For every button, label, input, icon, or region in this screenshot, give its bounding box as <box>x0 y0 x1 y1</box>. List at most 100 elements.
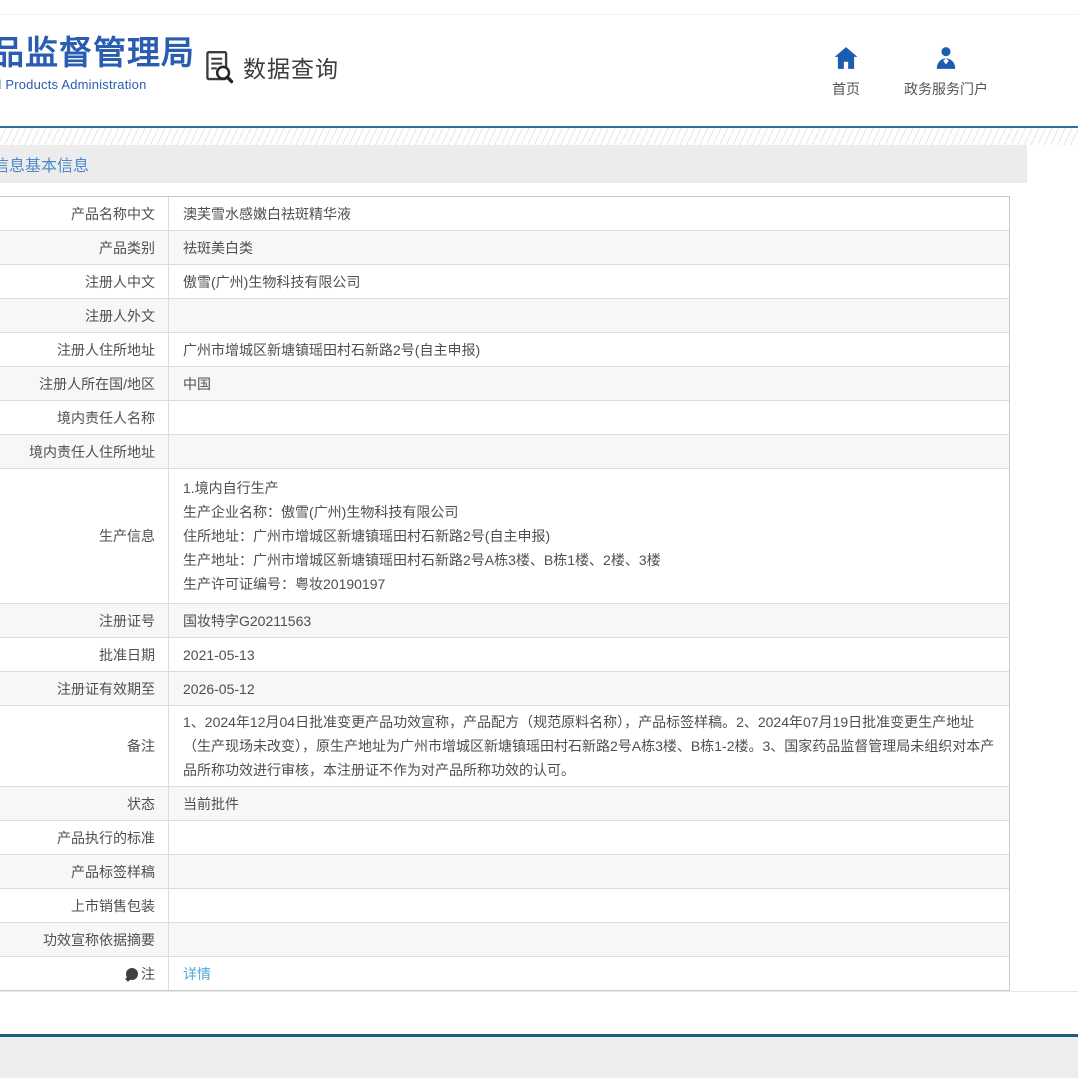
user-icon <box>933 46 959 70</box>
row-value <box>169 855 1009 888</box>
row-value: 2026-05-12 <box>169 672 1009 705</box>
section-title: 信息基本信息 <box>0 152 89 176</box>
table-row: 注册证有效期至 2026-05-12 <box>0 671 1009 705</box>
table-row: 产品名称中文澳芙雪水感嫩白祛斑精华液 <box>0 197 1009 230</box>
row-label-text: 注册人外文 <box>85 306 155 326</box>
top-divider <box>0 14 1078 15</box>
table-row: 注册证号国妆特字G20211563 <box>0 603 1009 637</box>
row-value: 澳芙雪水感嫩白祛斑精华液 <box>169 197 1009 230</box>
row-value <box>169 923 1009 956</box>
row-value: 2021-05-13 <box>169 638 1009 671</box>
table-row: 产品执行的标准 <box>0 820 1009 854</box>
row-label-text: 产品执行的标准 <box>57 828 155 848</box>
row-label: 注册证号 <box>0 604 169 637</box>
table-row: 产品类别祛斑美白类 <box>0 230 1009 264</box>
data-query-icon <box>203 49 236 85</box>
table-row: 注册人中文傲雪(广州)生物科技有限公司 <box>0 264 1009 298</box>
row-label-text: 注册人所在国/地区 <box>39 374 155 394</box>
table-row: 批准日期2021-05-13 <box>0 637 1009 671</box>
row-value: 傲雪(广州)生物科技有限公司 <box>169 265 1009 298</box>
table-row: 状态当前批件 <box>0 786 1009 820</box>
row-value-line: 住所地址：广州市增城区新塘镇瑶田村石新路2号(自主申报) <box>183 524 995 548</box>
site-header: 品监督管理局 al Products Administration 数据查询 首… <box>0 0 1078 126</box>
row-label-text: 产品名称中文 <box>71 204 155 224</box>
row-label-text: 状态 <box>127 794 155 814</box>
row-label-text: 备注 <box>127 736 155 756</box>
row-label-text: 境内责任人名称 <box>57 408 155 428</box>
row-label: 产品标签样稿 <box>0 855 169 888</box>
row-label: 批准日期 <box>0 638 169 671</box>
row-value-line: 1.境内自行生产 <box>183 476 995 500</box>
row-label: 注册人住所地址 <box>0 333 169 366</box>
note-dot-icon <box>126 968 138 980</box>
row-label-text: 功效宣称依据摘要 <box>43 930 155 950</box>
page: 品监督管理局 al Products Administration 数据查询 首… <box>0 0 1078 1078</box>
home-link-label: 首页 <box>832 79 860 99</box>
row-label: 功效宣称依据摘要 <box>0 923 169 956</box>
table-row: 注 详情 <box>0 956 1009 990</box>
table-row: 产品标签样稿 <box>0 854 1009 888</box>
row-value <box>169 435 1009 468</box>
home-link[interactable]: 首页 <box>818 46 874 99</box>
row-value: 祛斑美白类 <box>169 231 1009 264</box>
row-label-text: 境内责任人住所地址 <box>29 442 155 462</box>
row-label: 注册人中文 <box>0 265 169 298</box>
row-value: 广州市增城区新塘镇瑶田村石新路2号(自主申报) <box>169 333 1009 366</box>
row-label: 生产信息 <box>0 469 169 603</box>
row-label-text: 注册人中文 <box>85 272 155 292</box>
table-row: 上市销售包装 <box>0 888 1009 922</box>
row-value-line: 生产许可证编号：粤妆20190197 <box>183 572 995 596</box>
row-value: 详情 <box>169 957 1009 990</box>
row-label-text: 生产信息 <box>99 526 155 546</box>
nav-data-query-label: 数据查询 <box>243 50 339 84</box>
row-value <box>169 821 1009 854</box>
table-row: 注册人外文 <box>0 298 1009 332</box>
row-value: 1.境内自行生产生产企业名称：傲雪(广州)生物科技有限公司住所地址：广州市增城区… <box>169 469 1009 603</box>
portal-link[interactable]: 政务服务门户 <box>891 46 1001 99</box>
row-value: 当前批件 <box>169 787 1009 820</box>
row-value <box>169 299 1009 332</box>
row-label: 产品执行的标准 <box>0 821 169 854</box>
table-row: 注册人所在国/地区中国 <box>0 366 1009 400</box>
footer <box>0 1037 1078 1078</box>
row-label-text: 注册人住所地址 <box>57 340 155 360</box>
section-header: 信息基本信息 <box>0 145 1027 183</box>
table-row: 功效宣称依据摘要 <box>0 922 1009 956</box>
main-content: 信息基本信息 产品名称中文澳芙雪水感嫩白祛斑精华液产品类别祛斑美白类注册人中文傲… <box>0 145 1078 991</box>
row-label: 上市销售包装 <box>0 889 169 922</box>
row-label: 备注 <box>0 706 169 786</box>
table-row: 注册人住所地址广州市增城区新塘镇瑶田村石新路2号(自主申报) <box>0 332 1009 366</box>
row-value <box>169 889 1009 922</box>
row-label: 注 <box>0 957 169 990</box>
row-label: 注册人所在国/地区 <box>0 367 169 400</box>
table-row: 境内责任人住所地址 <box>0 434 1009 468</box>
row-label-text: 注册证有效期至 <box>57 679 155 699</box>
row-value <box>169 401 1009 434</box>
home-icon <box>833 46 859 70</box>
detail-link[interactable]: 详情 <box>183 962 211 986</box>
portal-link-label: 政务服务门户 <box>904 79 988 99</box>
row-label-text: 注册证号 <box>99 611 155 631</box>
table-row: 境内责任人名称 <box>0 400 1009 434</box>
row-label: 产品类别 <box>0 231 169 264</box>
logo-title-en: al Products Administration <box>0 77 195 92</box>
row-value-line: 生产企业名称：傲雪(广州)生物科技有限公司 <box>183 500 995 524</box>
info-table: 产品名称中文澳芙雪水感嫩白祛斑精华液产品类别祛斑美白类注册人中文傲雪(广州)生物… <box>0 196 1010 991</box>
row-label: 境内责任人名称 <box>0 401 169 434</box>
nav-data-query[interactable]: 数据查询 <box>203 49 339 85</box>
row-label-text: 注 <box>141 964 155 984</box>
row-label-text: 产品类别 <box>99 238 155 258</box>
table-row: 备注1、2024年12月04日批准变更产品功效宣称，产品配方（规范原料名称），产… <box>0 705 1009 786</box>
row-label-text: 产品标签样稿 <box>71 862 155 882</box>
row-value: 国妆特字G20211563 <box>169 604 1009 637</box>
row-label: 注册人外文 <box>0 299 169 332</box>
site-logo[interactable]: 品监督管理局 al Products Administration <box>0 34 195 92</box>
row-label: 境内责任人住所地址 <box>0 435 169 468</box>
logo-title-cn: 品监督管理局 <box>0 34 195 72</box>
row-label-text: 上市销售包装 <box>71 896 155 916</box>
content-bottom-divider <box>0 991 1078 992</box>
hatched-band <box>0 128 1078 145</box>
row-label: 注册证有效期至 <box>0 672 169 705</box>
row-label: 产品名称中文 <box>0 197 169 230</box>
row-value: 中国 <box>169 367 1009 400</box>
